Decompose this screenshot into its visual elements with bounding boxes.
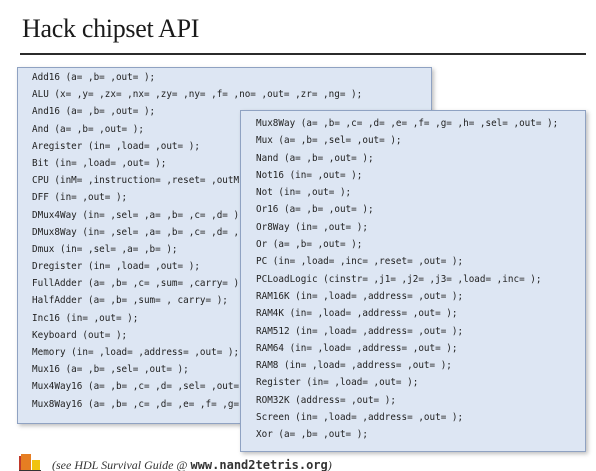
title-divider <box>20 53 586 55</box>
chip-signature-list-right: Mux8Way (a= ,b= ,c= ,d= ,e= ,f= ,g= ,h= … <box>256 115 585 444</box>
chip-signature-line: Add16 (a= ,b= ,out= ); <box>32 69 431 86</box>
chip-signature-line: Or (a= ,b= ,out= ); <box>256 236 585 253</box>
footer-note: (see HDL Survival Guide @ www.nand2tetri… <box>16 451 332 471</box>
chip-api-panel-right: Mux8Way (a= ,b= ,c= ,d= ,e= ,f= ,g= ,h= … <box>240 110 586 452</box>
footer-site-link[interactable]: www.nand2tetris.org <box>190 458 327 471</box>
chip-signature-line: RAM512 (in= ,load= ,address= ,out= ); <box>256 323 585 340</box>
chip-signature-line: Or16 (a= ,b= ,out= ); <box>256 201 585 218</box>
book-icon <box>16 452 46 471</box>
chip-signature-line: Or8Way (in= ,out= ); <box>256 219 585 236</box>
page-title: Hack chipset API <box>22 14 199 44</box>
chip-signature-line: ROM32K (address= ,out= ); <box>256 392 585 409</box>
chip-signature-line: PCLoadLogic (cinstr= ,j1= ,j2= ,j3= ,loa… <box>256 271 585 288</box>
footer-prefix: (see HDL Survival Guide @ <box>52 458 190 471</box>
chip-signature-line: Register (in= ,load= ,out= ); <box>256 374 585 391</box>
chip-signature-line: RAM64 (in= ,load= ,address= ,out= ); <box>256 340 585 357</box>
chip-signature-line: RAM8 (in= ,load= ,address= ,out= ); <box>256 357 585 374</box>
chip-signature-line: Mux (a= ,b= ,sel= ,out= ); <box>256 132 585 149</box>
chip-signature-line: Mux8Way (a= ,b= ,c= ,d= ,e= ,f= ,g= ,h= … <box>256 115 585 132</box>
chip-signature-line: Nand (a= ,b= ,out= ); <box>256 150 585 167</box>
chip-signature-line: Not (in= ,out= ); <box>256 184 585 201</box>
footer-text: (see HDL Survival Guide @ www.nand2tetri… <box>52 458 332 471</box>
chip-signature-line: Not16 (in= ,out= ); <box>256 167 585 184</box>
chip-signature-line: ALU (x= ,y= ,zx= ,nx= ,zy= ,ny= ,f= ,no=… <box>32 86 431 103</box>
footer-suffix: ) <box>328 458 332 471</box>
chip-signature-line: PC (in= ,load= ,inc= ,reset= ,out= ); <box>256 253 585 270</box>
chip-signature-line: RAM16K (in= ,load= ,address= ,out= ); <box>256 288 585 305</box>
chip-signature-line: Screen (in= ,load= ,address= ,out= ); <box>256 409 585 426</box>
chip-signature-line: Xor (a= ,b= ,out= ); <box>256 426 585 443</box>
chip-signature-line: RAM4K (in= ,load= ,address= ,out= ); <box>256 305 585 322</box>
